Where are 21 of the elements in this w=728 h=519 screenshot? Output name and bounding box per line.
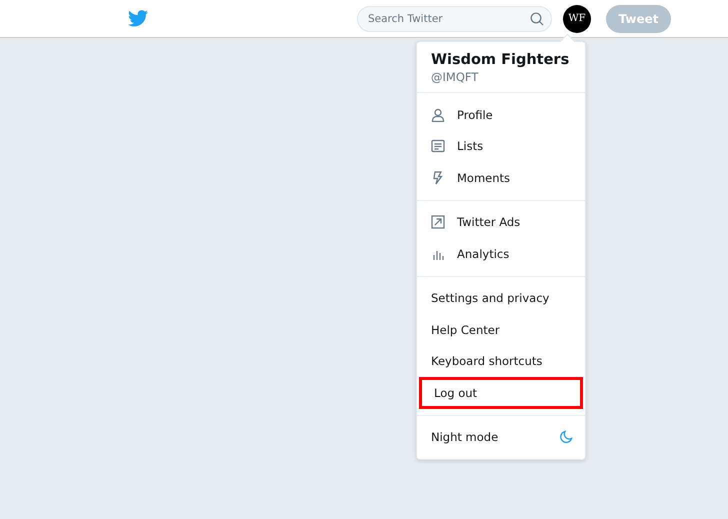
account-name: Wisdom Fighters (431, 52, 570, 68)
avatar[interactable]: WF (563, 4, 591, 32)
bird-logo[interactable] (128, 10, 148, 27)
menu-item[interactable]: Profile (417, 99, 585, 130)
lightning-icon (431, 170, 445, 185)
person-icon (431, 108, 445, 122)
menu-item[interactable]: Settings and privacy (417, 282, 585, 314)
menu-item[interactable]: Log out (419, 377, 583, 408)
account-handle: @IMQFT (431, 70, 480, 84)
menu-item[interactable]: Lists (417, 130, 585, 162)
menu-item[interactable]: Keyboard shortcuts (417, 346, 585, 377)
search-icon (530, 12, 544, 26)
menu-item[interactable]: Help Center (417, 314, 585, 346)
search-field[interactable]: Search Twitter (357, 6, 552, 32)
menu-item[interactable]: Moments (417, 162, 585, 194)
list-icon (431, 139, 445, 154)
menu-item[interactable]: Night mode (417, 422, 585, 453)
menu-item[interactable]: Analytics (417, 238, 585, 270)
arrow-box-icon (431, 215, 445, 230)
menu-item[interactable]: Twitter Ads (417, 206, 585, 238)
moon-icon[interactable] (559, 430, 573, 444)
